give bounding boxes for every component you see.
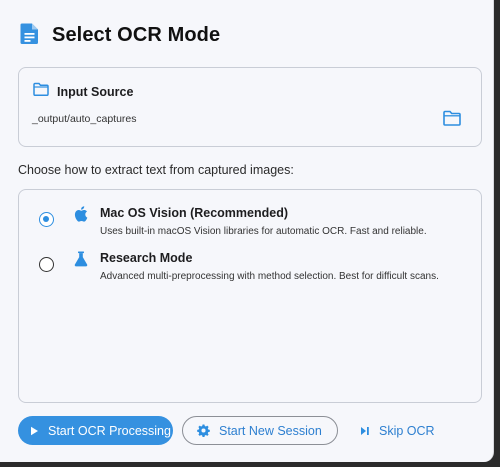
skip-icon — [361, 426, 369, 435]
dialog-header: Select OCR Mode — [20, 22, 220, 49]
mode-prompt: Choose how to extract text from captured… — [18, 163, 294, 177]
research-mode-description: Advanced multi-preprocessing with method… — [100, 271, 439, 282]
start-new-session-button[interactable]: Start New Session — [182, 416, 338, 445]
start-ocr-label: Start OCR Processing — [48, 423, 171, 438]
mac-vision-title: Mac OS Vision (Recommended) — [100, 206, 289, 220]
research-mode-radio[interactable] — [39, 257, 54, 272]
input-source-label: Input Source — [57, 84, 134, 99]
mac-vision-radio[interactable] — [39, 212, 54, 227]
flask-icon — [74, 251, 88, 267]
mode-option-mac-vision[interactable]: Mac OS Vision (Recommended) Uses built-i… — [19, 190, 481, 237]
gear-icon — [197, 424, 210, 437]
folder-icon — [443, 110, 461, 126]
mode-option-research[interactable]: Research Mode Advanced multi-preprocessi… — [19, 235, 481, 297]
apple-icon — [74, 206, 88, 222]
document-icon — [20, 22, 52, 49]
input-source-panel: Input Source _output/auto_captures — [18, 67, 482, 147]
ocr-mode-dialog: Select OCR Mode Input Source _output/aut… — [0, 0, 494, 462]
start-ocr-button[interactable]: Start OCR Processing — [18, 416, 173, 445]
skip-ocr-button[interactable]: Skip OCR — [356, 416, 436, 445]
browse-folder-button[interactable] — [443, 110, 461, 126]
play-icon — [31, 426, 38, 435]
dialog-title: Select OCR Mode — [52, 24, 221, 46]
research-mode-title: Research Mode — [100, 251, 193, 265]
folder-icon — [33, 82, 57, 101]
start-new-session-label: Start New Session — [219, 423, 322, 438]
input-source-path: _output/auto_captures — [32, 113, 137, 125]
mode-options-panel: Mac OS Vision (Recommended) Uses built-i… — [18, 189, 482, 403]
input-source-header: Input Source — [33, 82, 133, 101]
skip-ocr-label: Skip OCR — [379, 423, 435, 438]
